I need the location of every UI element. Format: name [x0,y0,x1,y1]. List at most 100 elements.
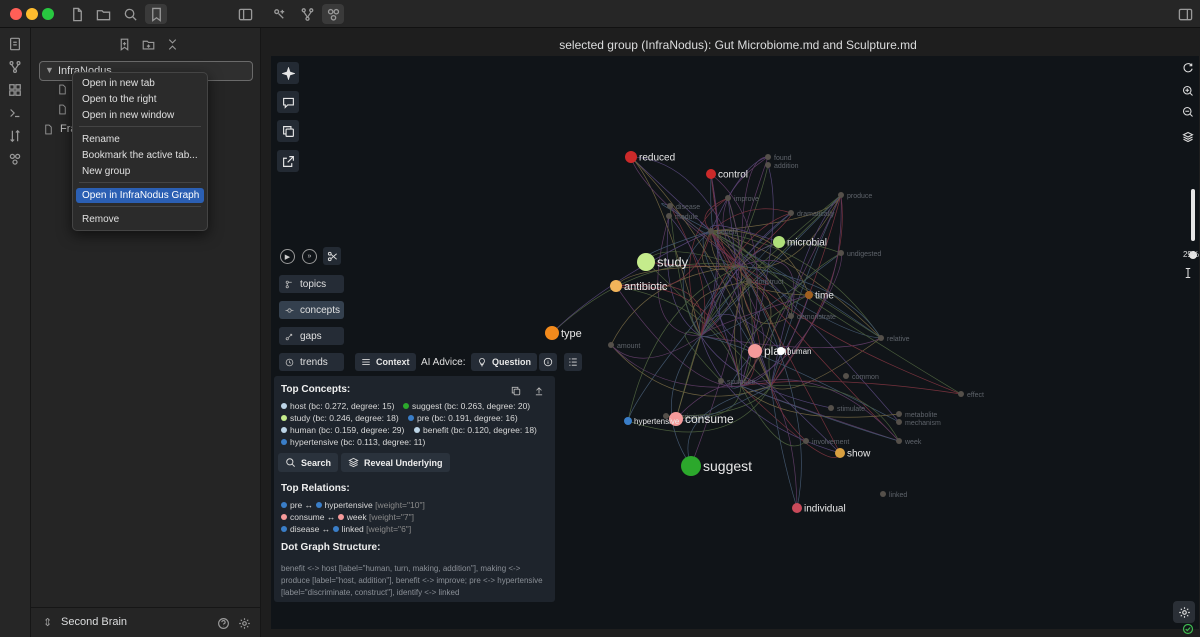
layers-icon[interactable] [1177,127,1199,147]
graph-node-faint[interactable] [788,313,794,319]
vault-name[interactable]: Second Brain [61,616,127,628]
menu-open-infranodus-graph[interactable]: Open in InfraNodus Graph [76,188,204,203]
menu-bookmark-active-tab[interactable]: Bookmark the active tab... [76,148,204,163]
zoom-slider[interactable] [1191,189,1195,241]
graph-node[interactable] [610,280,622,292]
copy-icon[interactable] [509,384,523,398]
graph-node-faint[interactable] [896,419,902,425]
play-icon[interactable]: ▶ [280,249,295,264]
graph-node-faint[interactable] [896,438,902,444]
help-icon[interactable] [215,615,231,631]
menu-new-group[interactable]: New group [76,164,204,179]
scissors-icon[interactable] [323,247,341,265]
relation-row[interactable]: disease ↔ linked [weight="6"] [281,524,411,534]
view-pill-trends[interactable]: trends [279,353,344,371]
graph-node-faint[interactable] [896,411,902,417]
menu-remove[interactable]: Remove [76,212,204,227]
search-button[interactable]: Search [278,453,339,472]
context-button[interactable]: Context [355,353,416,371]
graph-node-faint[interactable] [725,195,731,201]
fast-forward-icon[interactable]: » [302,249,317,264]
sort-icon[interactable] [6,127,24,145]
grid-icon[interactable] [6,81,24,99]
vault-switch-icon[interactable]: ⇕ [43,616,52,629]
graph-node[interactable] [545,326,559,340]
graph-node[interactable] [792,503,802,513]
graph-node-faint[interactable] [788,210,794,216]
graph-node[interactable] [624,417,632,425]
graph-node-faint[interactable] [838,192,844,198]
graph-node-faint[interactable] [608,342,614,348]
copy-icon[interactable] [277,120,299,142]
export-icon[interactable] [277,150,299,172]
search-icon[interactable] [119,4,141,24]
graph-node[interactable] [625,151,637,163]
menu-open-new-tab[interactable]: Open in new tab [76,76,204,91]
relation-row[interactable]: pre ↔ hypertensive [weight="10"] [281,500,425,510]
add-bookmark-icon[interactable] [115,36,133,52]
graph-node-faint[interactable] [666,213,672,219]
right-sidebar-toggle-icon[interactable] [1174,4,1196,24]
graph-node[interactable] [681,456,701,476]
graph-node[interactable] [773,236,785,248]
menu-open-new-window[interactable]: Open in new window [76,108,204,123]
view-pill-topics[interactable]: topics [279,275,344,293]
infranodus-icon[interactable] [6,150,24,168]
zoom-out-icon[interactable] [1177,102,1199,122]
menu-rename[interactable]: Rename [76,132,204,147]
open-note-icon[interactable] [6,35,24,53]
concept-row[interactable]: suggest (bc: 0.263, degree: 20) [403,401,530,411]
graph-node-faint[interactable] [878,335,884,341]
minimize-window-button[interactable] [26,8,38,20]
zoom-window-button[interactable] [42,8,54,20]
sync-status-icon[interactable] [1182,623,1194,635]
graph-node-faint[interactable] [746,278,752,284]
graph-node-faint[interactable] [718,378,724,384]
concept-row[interactable]: hypertensive (bc: 0.113, degree: 11) [281,437,425,447]
question-button[interactable]: Question [471,353,538,371]
graph-node-faint[interactable] [708,228,714,234]
graph-node-faint[interactable] [667,203,673,209]
bookmark-icon[interactable] [145,4,167,24]
chevron-down-icon[interactable]: ▼ [45,65,54,75]
info-button[interactable] [539,353,557,371]
collapse-all-icon[interactable] [163,36,181,52]
graph-node[interactable] [637,253,655,271]
upload-icon[interactable] [532,384,546,398]
graph-node[interactable] [706,169,716,179]
branch-icon[interactable] [296,4,318,24]
concept-row[interactable]: study (bc: 0.246, degree: 18) [281,413,399,423]
view-pill-concepts[interactable]: concepts [279,301,344,319]
fit-height-icon[interactable] [1177,263,1199,283]
graph-view-icon[interactable] [6,58,24,76]
new-folder-icon[interactable] [139,36,157,52]
infranodus-graph-icon[interactable] [268,4,290,24]
view-pill-gaps[interactable]: gaps [279,327,344,345]
graph-node-faint[interactable] [838,250,844,256]
zoom-in-icon[interactable] [1177,81,1199,101]
graph-node-faint[interactable] [765,162,771,168]
refresh-icon[interactable] [1177,58,1199,78]
concept-row[interactable]: host (bc: 0.272, degree: 15) [281,401,394,411]
graph-node[interactable] [805,291,813,299]
folder-icon[interactable] [92,4,114,24]
settings-icon[interactable] [236,615,252,631]
concept-row[interactable]: pre (bc: 0.191, degree: 16) [408,413,518,423]
graph-node-faint[interactable] [880,491,886,497]
graph-node[interactable] [835,448,845,458]
graph-node[interactable] [748,344,762,358]
graph-node-faint[interactable] [958,391,964,397]
reveal-underlying-button[interactable]: Reveal Underlying [341,453,450,472]
infranodus-graph-view[interactable]: found addition produce dramatically improve u… [271,56,1199,629]
relation-row[interactable]: consume ↔ week [weight="7"] [281,512,414,522]
close-window-button[interactable] [10,8,22,20]
graph-node-faint[interactable] [843,373,849,379]
list-button[interactable] [564,353,582,371]
graph-settings-button[interactable] [1173,601,1195,623]
graph-node-faint[interactable] [765,154,771,160]
concept-row[interactable]: human (bc: 0.159, degree: 29) [281,425,404,435]
graph-node[interactable] [777,347,785,355]
nodes-icon[interactable] [322,4,344,24]
concept-row[interactable]: benefit (bc: 0.120, degree: 18) [414,425,537,435]
sidebar-toggle-icon[interactable] [234,4,256,24]
